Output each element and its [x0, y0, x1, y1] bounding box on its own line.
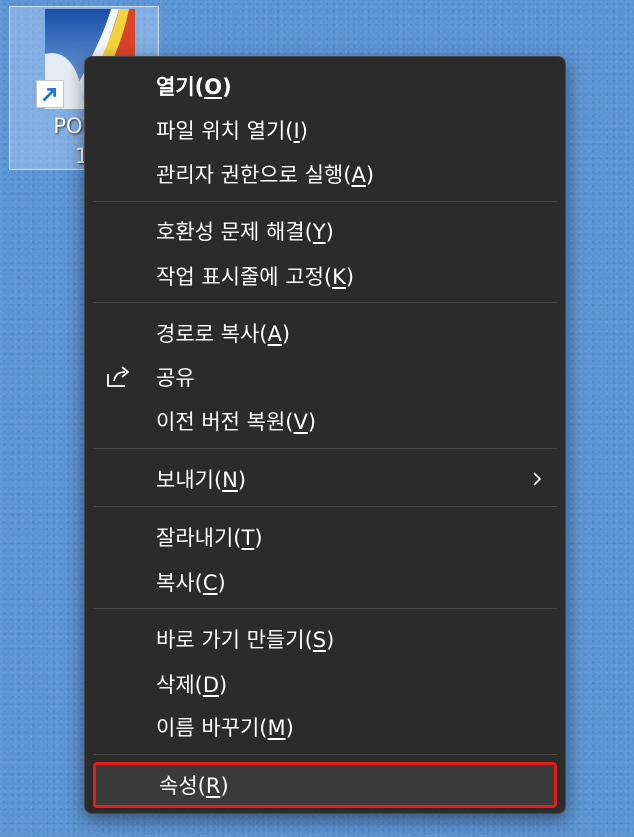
- menu-item-create-shortcut-label: 바로 가기 만들기(S): [156, 628, 335, 652]
- menu-item-properties[interactable]: 속성(R): [93, 762, 557, 808]
- chevron-right-icon: [533, 472, 542, 486]
- menu-separator: [93, 754, 557, 755]
- shortcut-arrow-icon: [36, 80, 64, 108]
- menu-item-troubleshoot-compatibility[interactable]: 호환성 문제 해결(Y): [93, 211, 557, 251]
- menu-item-open-file-location-label: 파일 위치 열기(I): [156, 119, 308, 143]
- menu-item-open-file-location[interactable]: 파일 위치 열기(I): [93, 110, 557, 150]
- menu-item-cut[interactable]: 잘라내기(T): [93, 517, 557, 557]
- menu-item-create-shortcut[interactable]: 바로 가기 만들기(S): [93, 619, 557, 659]
- menu-item-restore-previous-versions-label: 이전 버전 복원(V): [156, 410, 317, 434]
- menu-item-open-label: 열기(O): [156, 75, 232, 99]
- menu-item-share-label: 공유: [156, 366, 195, 390]
- menu-item-rename-label: 이름 바꾸기(M): [156, 716, 294, 740]
- menu-item-copy-label: 복사(C): [156, 571, 226, 595]
- menu-item-delete-label: 삭제(D): [156, 673, 228, 697]
- menu-item-share[interactable]: 공유: [93, 357, 557, 397]
- menu-item-copy-as-path[interactable]: 경로로 복사(A): [93, 313, 557, 353]
- menu-separator: [93, 302, 557, 303]
- menu-item-troubleshoot-compatibility-label: 호환성 문제 해결(Y): [156, 220, 334, 244]
- menu-item-rename[interactable]: 이름 바꾸기(M): [93, 707, 557, 747]
- menu-item-run-as-admin[interactable]: 관리자 권한으로 실행(A): [93, 154, 557, 194]
- share-icon: [107, 366, 129, 387]
- menu-item-open[interactable]: 열기(O): [93, 66, 557, 106]
- menu-separator: [93, 608, 557, 609]
- menu-item-pin-to-taskbar-label: 작업 표시줄에 고정(K): [156, 265, 355, 289]
- menu-separator: [93, 506, 557, 507]
- menu-item-restore-previous-versions[interactable]: 이전 버전 복원(V): [93, 401, 557, 441]
- context-menu: 열기(O) 파일 위치 열기(I) 관리자 권한으로 실행(A) 호환성 문제 …: [84, 56, 566, 814]
- menu-item-properties-label: 속성(R): [159, 774, 229, 798]
- menu-item-copy-as-path-label: 경로로 복사(A): [156, 322, 291, 346]
- menu-item-pin-to-taskbar[interactable]: 작업 표시줄에 고정(K): [93, 256, 557, 296]
- menu-item-send-to[interactable]: 보내기(N): [93, 459, 557, 499]
- menu-item-send-to-label: 보내기(N): [156, 468, 247, 492]
- menu-separator: [93, 448, 557, 449]
- menu-separator: [93, 201, 557, 202]
- menu-item-copy[interactable]: 복사(C): [93, 562, 557, 602]
- menu-item-cut-label: 잘라내기(T): [156, 526, 263, 550]
- menu-item-run-as-admin-label: 관리자 권한으로 실행(A): [156, 163, 375, 187]
- menu-item-delete[interactable]: 삭제(D): [93, 664, 557, 704]
